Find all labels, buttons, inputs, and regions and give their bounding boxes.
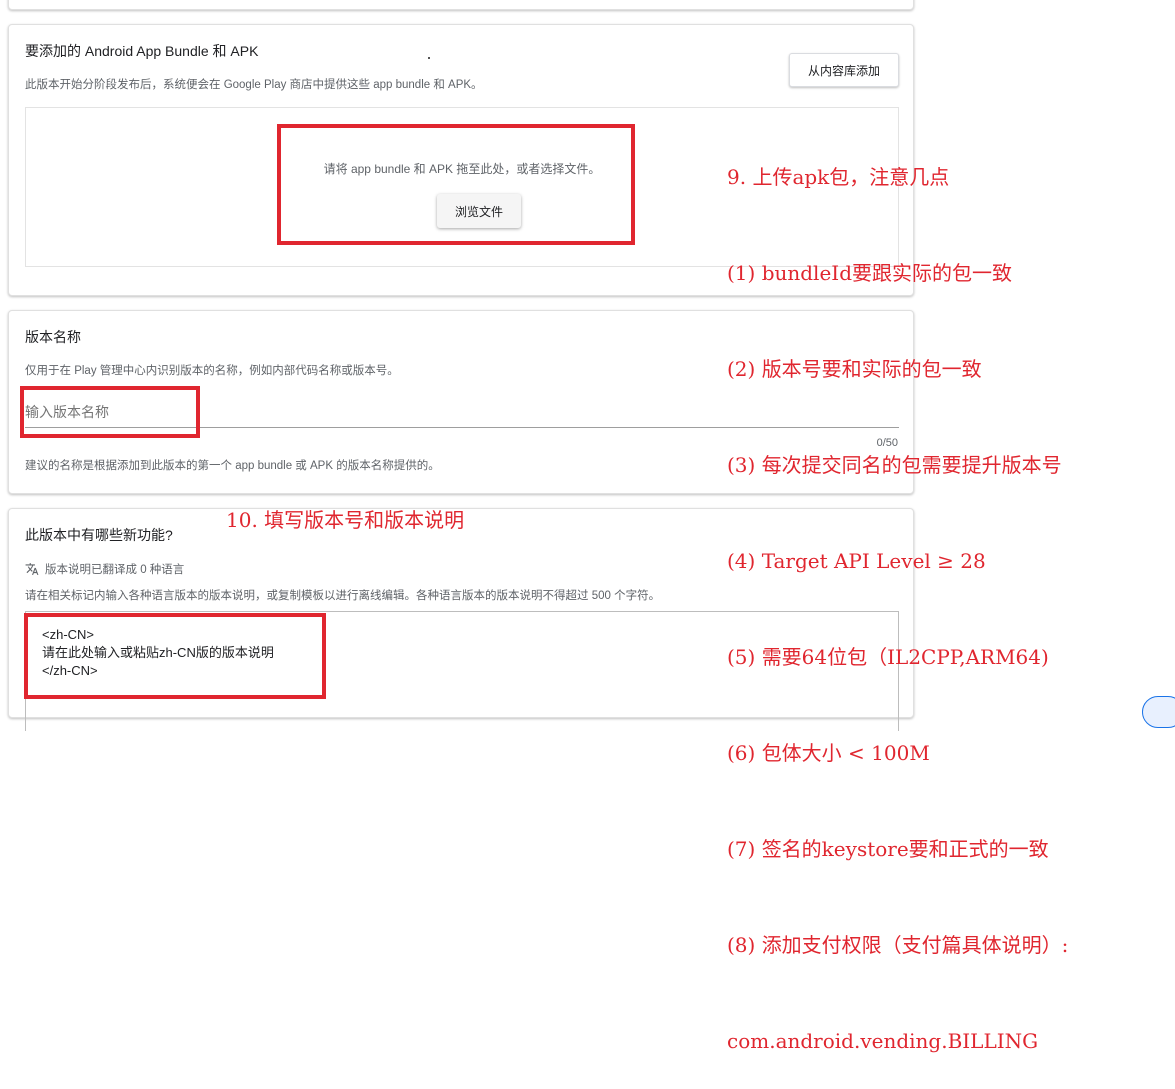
step9-annotation: 9. 上传apk包，注意几点 (1) bundleId要跟实际的包一致 (2) …	[727, 97, 1068, 1089]
annotation-line: (8) 添加支付权限（支付篇具体说明）:	[727, 933, 1069, 957]
release-name-title: 版本名称	[25, 329, 81, 345]
translate-status-text: 版本说明已翻译成 0 种语言	[45, 564, 185, 576]
help-fab-corner[interactable]	[1142, 696, 1175, 728]
browse-files-button[interactable]: 浏览文件	[437, 194, 521, 228]
annotation-line: (2) 版本号要和实际的包一致	[727, 357, 982, 381]
annotation-line: (5) 需要64位包（IL2CPP,ARM64)	[727, 645, 1049, 669]
stray-dot	[428, 57, 430, 59]
annotation-line: (7) 签名的keystore要和正式的一致	[727, 837, 1049, 861]
annotation-line: (3) 每次提交同名的包需要提升版本号	[727, 453, 1062, 477]
add-from-library-button[interactable]: 从内容库添加	[789, 53, 899, 87]
annotation-line: com.android.vending.BILLING	[727, 1029, 1039, 1053]
release-notes-description: 请在相关标记内输入各种语言版本的版本说明，或复制模板以进行离线编辑。各种语言版本…	[25, 590, 661, 602]
release-name-hint: 建议的名称是根据添加到此版本的第一个 app bundle 或 APK 的版本名…	[25, 460, 440, 472]
annotation-line: (1) bundleId要跟实际的包一致	[727, 261, 1012, 285]
bundle-section-description: 此版本开始分阶段发布后，系统便会在 Google Play 商店中提供这些 ap…	[25, 79, 483, 91]
annotation-line: (4) Target API Level ≥ 28	[727, 549, 986, 573]
annotation-line: (6) 包体大小 < 100M	[727, 741, 930, 765]
annotation-line: 9. 上传apk包，注意几点	[727, 165, 950, 189]
step10-annotation: 10. 填写版本号和版本说明	[226, 508, 465, 532]
release-name-description: 仅用于在 Play 管理中心内识别版本的名称，例如内部代码名称或版本号。	[25, 365, 399, 377]
translate-status: 版本说明已翻译成 0 种语言	[25, 561, 184, 577]
release-notes-title: 此版本中有哪些新功能?	[25, 527, 173, 543]
previous-section-card	[8, 0, 914, 10]
translate-icon	[25, 563, 39, 575]
bundle-section-title: 要添加的 Android App Bundle 和 APK	[25, 43, 259, 59]
